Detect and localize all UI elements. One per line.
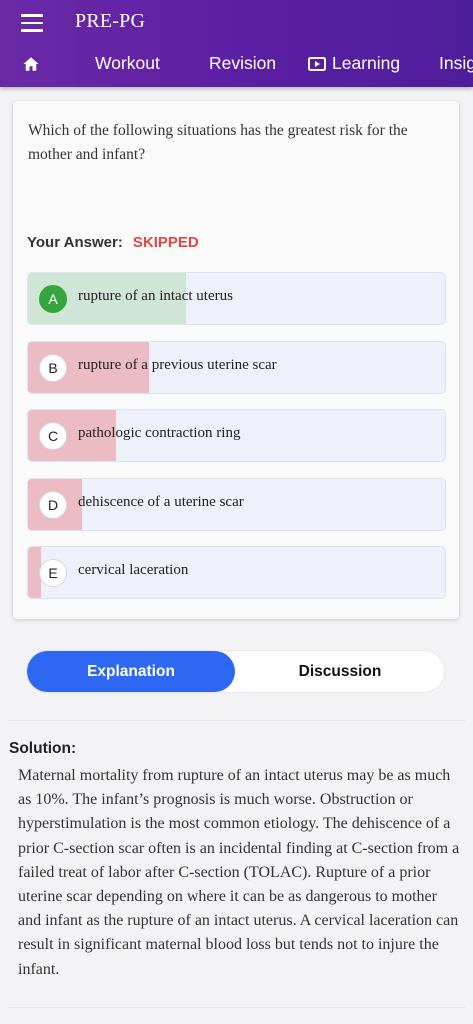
explanation-discussion-tabs: Explanation Discussion	[27, 651, 444, 692]
your-answer-label: Your Answer:	[27, 234, 123, 251]
option-b[interactable]: B rupture of a previous uterine scar	[27, 341, 446, 394]
nav-workout[interactable]: Workout	[95, 53, 160, 74]
option-b-text: rupture of a previous uterine scar	[78, 357, 277, 373]
tab-explanation[interactable]: Explanation	[27, 651, 235, 692]
nav-insights[interactable]: Insig	[439, 53, 473, 74]
option-b-letter: B	[39, 354, 67, 382]
nav-revision[interactable]: Revision	[209, 53, 276, 74]
option-d[interactable]: D dehiscence of a uterine scar	[27, 478, 446, 531]
divider-top	[8, 720, 465, 721]
option-a-text: rupture of an intact uterus	[78, 288, 233, 304]
option-e-text: cervical laceration	[78, 562, 189, 578]
nav-learning-label: Learning	[332, 53, 401, 73]
play-screen-icon	[308, 57, 326, 71]
option-c-letter: C	[39, 422, 67, 450]
option-e[interactable]: E cervical laceration	[27, 546, 446, 599]
option-d-text: dehiscence of a uterine scar	[78, 494, 244, 510]
home-icon[interactable]	[22, 55, 40, 73]
solution-label: Solution:	[9, 740, 77, 757]
option-a[interactable]: A rupture of an intact uterus	[27, 272, 446, 325]
app-title: PRE-PG	[75, 10, 146, 32]
question-text: Which of the following situations has th…	[28, 122, 408, 163]
app-bar: PRE-PG Workout Revision Learning Insig	[0, 0, 473, 87]
question-card: Which of the following situations has th…	[13, 101, 459, 619]
option-c[interactable]: C pathologic contraction ring	[27, 409, 446, 462]
nav-learning[interactable]: Learning	[308, 53, 400, 74]
option-c-text: pathologic contraction ring	[78, 425, 241, 441]
option-a-letter: A	[39, 285, 67, 313]
divider-bottom	[8, 1007, 465, 1008]
menu-icon[interactable]	[21, 14, 43, 32]
your-answer-row: Your Answer: SKIPPED	[27, 234, 199, 251]
option-d-letter: D	[39, 491, 67, 519]
solution-text: Maternal mortality from rupture of an in…	[18, 767, 460, 978]
option-e-letter: E	[39, 559, 67, 587]
your-answer-status: SKIPPED	[132, 234, 199, 251]
nav-bar: Workout Revision Learning Insig	[0, 46, 473, 82]
tab-discussion[interactable]: Discussion	[236, 651, 444, 692]
